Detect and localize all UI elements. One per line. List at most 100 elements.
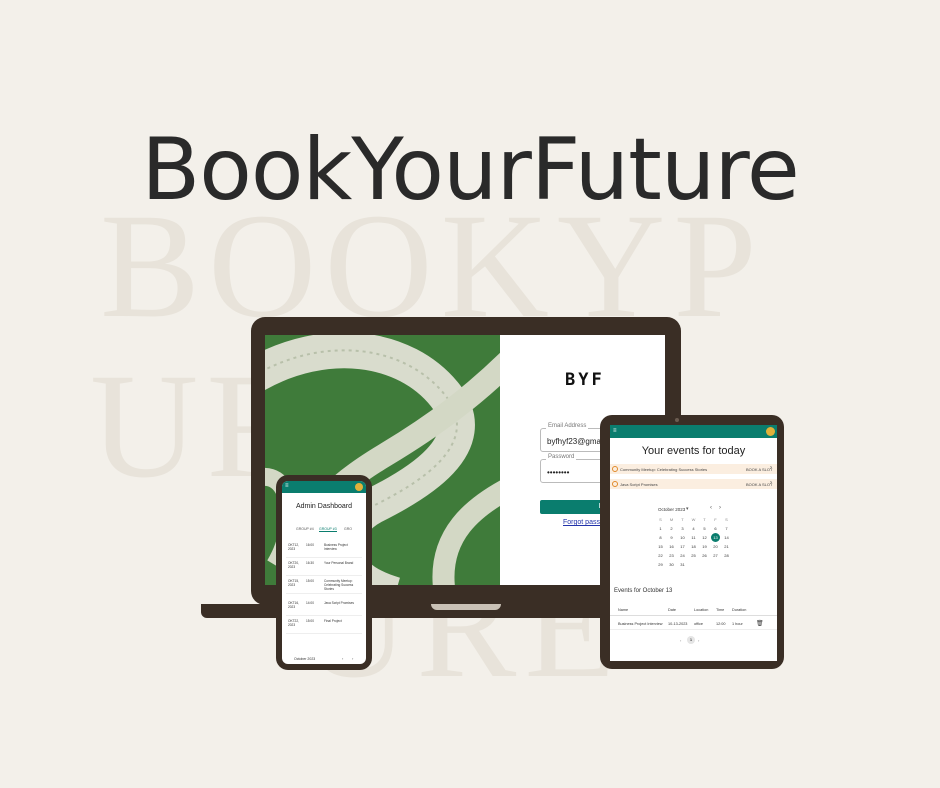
password-value: •••••••• — [547, 468, 570, 477]
calendar-day[interactable]: 28 — [722, 551, 731, 560]
row-title: Final Project — [324, 619, 342, 623]
password-label: Password — [546, 454, 577, 460]
row-date: OKT12, 2023 — [288, 543, 299, 551]
list-item[interactable]: OKT16, 2023 14:00 Java Script Promises — [286, 599, 362, 616]
tab-group-4[interactable]: GROUP #4 — [296, 527, 314, 531]
pagination-prev[interactable]: ‹ — [680, 638, 681, 643]
cell-duration: 1 hour — [732, 622, 743, 626]
calendar-month[interactable]: October 2023 — [658, 507, 685, 512]
row-time: 16:30 — [306, 561, 314, 565]
calendar-day[interactable]: 21 — [722, 542, 731, 551]
chevron-right-icon: › — [770, 465, 772, 471]
event-title: Java Script Promises — [620, 482, 658, 487]
calendar-day[interactable]: 29 — [656, 560, 665, 569]
calendar-day[interactable]: 19 — [700, 542, 709, 551]
tablet-heading: Your events for today — [641, 445, 746, 457]
col-location: Location — [694, 608, 709, 612]
weekday-label: T — [703, 517, 706, 522]
delete-icon[interactable]: 🗑 — [756, 620, 764, 627]
list-item[interactable]: OKT20, 2023 16:30 Your Personal Brand — [286, 559, 362, 576]
calendar-day[interactable]: 31 — [678, 560, 687, 569]
row-date: OKT16, 2023 — [288, 601, 299, 609]
calendar-next-button[interactable]: › — [719, 505, 721, 511]
weekday-label: F — [714, 517, 717, 522]
calendar-day[interactable]: 4 — [689, 524, 698, 533]
event-row[interactable]: Java Script Promises BOOK A SLOT › — [610, 479, 777, 489]
calendar-day[interactable]: 25 — [689, 551, 698, 560]
menu-icon[interactable]: ≡ — [285, 483, 289, 489]
row-time: 15:00 — [306, 619, 314, 623]
list-item[interactable]: OKT12, 2023 16:00 Business Project Intervi… — [286, 541, 362, 558]
next-button[interactable]: › — [352, 656, 353, 661]
tablet-camera-icon — [675, 418, 679, 422]
calendar-day[interactable]: 11 — [689, 533, 698, 542]
table-header-row: Name Date Location Time Duration — [610, 605, 777, 616]
calendar-day[interactable]: 7 — [722, 524, 731, 533]
row-title: Your Personal Brand — [324, 561, 354, 565]
calendar-day[interactable]: 5 — [700, 524, 709, 533]
tablet-screen: ≡ Your events for today Community Meetup… — [610, 425, 777, 661]
chevron-down-icon[interactable]: ▾ — [686, 506, 689, 512]
cell-location: office — [694, 622, 704, 626]
menu-icon[interactable]: ≡ — [613, 428, 617, 434]
event-title: Community Meetup: Celebrating Success St… — [620, 467, 708, 472]
calendar-day[interactable]: 14 — [722, 533, 731, 542]
weekday-label: M — [669, 517, 674, 522]
calendar-day[interactable]: 3 — [678, 524, 687, 533]
calendar-day[interactable]: 30 — [667, 560, 676, 569]
calendar-day[interactable]: 24 — [678, 551, 687, 560]
row-time: 16:00 — [306, 543, 314, 547]
event-row[interactable]: Community Meetup: Celebrating Success St… — [610, 464, 777, 474]
prev-button[interactable]: ‹ — [342, 656, 343, 661]
calendar-day[interactable]: 22 — [656, 551, 665, 560]
col-time: Time — [716, 608, 725, 612]
byf-logo: BYF — [565, 370, 605, 390]
tab-group-3[interactable]: GROUP #3 — [319, 527, 337, 532]
calendar-grid: S M T W T F S 1 2 3 4 5 6 7 8 9 10 11 12 13 14 15 16 17 18 19 20 21… — [656, 515, 732, 575]
row-date: OKT22, 2023 — [288, 619, 299, 627]
col-date: Date — [668, 608, 677, 612]
col-name: Name — [618, 608, 629, 612]
list-item[interactable]: OKT22, 2023 15:00 Final Project — [286, 617, 362, 634]
calendar-day[interactable]: 12 — [700, 533, 709, 542]
row-time: 14:00 — [306, 601, 314, 605]
table-row[interactable]: Business Project Interview 10-13-2023 of… — [610, 619, 777, 630]
pagination-page[interactable]: 1 — [687, 636, 695, 644]
calendar-day[interactable]: 20 — [711, 542, 720, 551]
calendar-day[interactable]: 6 — [711, 524, 720, 533]
calendar-day[interactable]: 9 — [667, 533, 676, 542]
calendar-day[interactable]: 10 — [678, 533, 687, 542]
calendar-day[interactable]: 2 — [667, 524, 676, 533]
col-duration: Duration — [732, 608, 747, 612]
calendar-day[interactable]: 16 — [667, 542, 676, 551]
book-slot-button[interactable]: BOOK A SLOT — [746, 467, 772, 472]
avatar[interactable] — [355, 483, 363, 491]
phone-footer-month[interactable]: October 2023 — [294, 657, 315, 661]
row-date: OKT15, 2023 — [288, 579, 299, 587]
calendar-day[interactable]: 1 — [656, 524, 665, 533]
calendar-prev-button[interactable]: ‹ — [710, 505, 712, 511]
calendar-day[interactable]: 18 — [689, 542, 698, 551]
pagination-next[interactable]: › — [698, 638, 699, 643]
calendar-day[interactable]: 15 — [656, 542, 665, 551]
email-label: Email Address — [546, 423, 589, 429]
tab-group-next[interactable]: GRO — [344, 527, 352, 531]
row-time: 15:00 — [306, 579, 314, 583]
avatar[interactable] — [766, 427, 775, 436]
list-item[interactable]: OKT15, 2023 15:00 Community Meetup: Celebr… — [286, 577, 362, 594]
calendar-day[interactable]: 26 — [700, 551, 709, 560]
book-slot-button[interactable]: BOOK A SLOT — [746, 482, 772, 487]
weekday-label: S — [659, 517, 662, 522]
phone-top-bar — [282, 481, 366, 493]
row-title: Java Script Promises — [324, 601, 354, 605]
calendar-day[interactable]: 27 — [711, 551, 720, 560]
calendar-day[interactable]: 13 — [711, 533, 720, 542]
phone-screen: ≡ Admin Dashboard GROUP #4 GROUP #3 GRO … — [282, 481, 366, 664]
weekday-label: T — [681, 517, 684, 522]
tablet-top-bar — [610, 425, 777, 438]
calendar-day[interactable]: 17 — [678, 542, 687, 551]
event-status-icon — [612, 466, 618, 472]
cell-time: 12:00 — [716, 622, 726, 626]
calendar-day[interactable]: 23 — [667, 551, 676, 560]
calendar-day[interactable]: 8 — [656, 533, 665, 542]
